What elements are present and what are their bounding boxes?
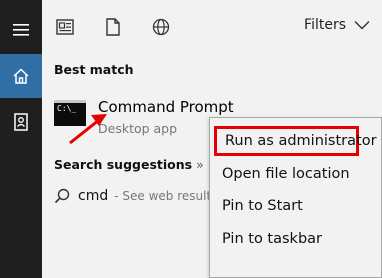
home-button[interactable] [0, 54, 42, 98]
context-menu: Run as administrator Open file location … [209, 117, 382, 278]
home-icon [13, 68, 29, 84]
suggestion-query: cmd [78, 188, 109, 204]
hamburger-icon [13, 24, 29, 36]
filters-dropdown[interactable]: Filters [304, 17, 370, 33]
contact-button[interactable] [0, 100, 42, 144]
search-topbar: Filters [42, 0, 382, 52]
search-suggestions-label: Search suggestions [54, 157, 193, 172]
filters-label: Filters [304, 17, 346, 33]
document-icon [56, 19, 74, 35]
left-rail [0, 0, 42, 278]
menu-item-open-file-location[interactable]: Open file location [222, 166, 350, 182]
menu-item-pin-to-start[interactable]: Pin to Start [222, 198, 303, 214]
globe-icon [152, 18, 170, 36]
contact-icon [14, 113, 28, 131]
best-match-heading: Best match [54, 62, 134, 77]
menu-item-run-as-administrator[interactable]: Run as administrator [214, 126, 377, 156]
file-icon [106, 18, 120, 36]
best-match-title[interactable]: Command Prompt [98, 98, 234, 116]
search-icon [54, 188, 70, 204]
chevron-down-icon [354, 21, 370, 30]
menu-item-pin-to-taskbar[interactable]: Pin to taskbar [222, 231, 322, 247]
command-prompt-icon: C:\_ [54, 100, 86, 126]
documents-filter-button[interactable] [54, 16, 76, 38]
chevron-right-icon: » [196, 157, 204, 172]
search-suggestions-heading[interactable]: Search suggestions» [54, 157, 204, 172]
command-prompt-icon-text: C:\_ [57, 104, 77, 113]
web-filter-button[interactable] [150, 16, 172, 38]
hamburger-menu-button[interactable] [0, 8, 42, 52]
search-suggestion-row[interactable]: cmd - See web results [54, 188, 217, 204]
best-match-subtitle: Desktop app [98, 121, 178, 136]
suggestion-hint: - See web results [114, 189, 218, 203]
files-filter-button[interactable] [102, 16, 124, 38]
